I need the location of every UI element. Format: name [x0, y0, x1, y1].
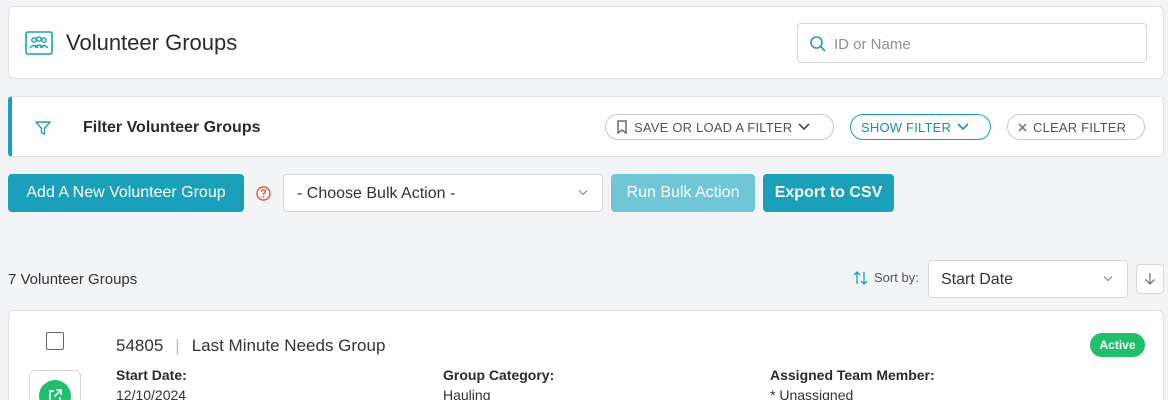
help-icon[interactable]	[256, 186, 271, 201]
close-icon	[1018, 123, 1027, 131]
start-date-field: Start Date: 12/10/2024	[116, 367, 187, 400]
search-box[interactable]	[797, 23, 1147, 63]
page-header: Volunteer Groups	[8, 6, 1164, 79]
page-title: Volunteer Groups	[66, 30, 238, 55]
clear-filter-button[interactable]: CLEAR FILTER	[1007, 114, 1145, 140]
sort-by-label-wrap: Sort by:	[853, 270, 919, 285]
sort-by-label: Sort by:	[874, 270, 919, 285]
sort-direction-button[interactable]	[1136, 264, 1164, 294]
search-input[interactable]	[834, 32, 1134, 56]
group-name[interactable]: Last Minute Needs Group	[192, 336, 386, 356]
arrow-down-icon	[1145, 273, 1155, 285]
assigned-team-member-field: Assigned Team Member: * Unassigned	[770, 367, 935, 400]
clear-filter-label: CLEAR FILTER	[1033, 119, 1127, 135]
field-label: Start Date:	[116, 367, 187, 383]
sort-selected: Start Date	[941, 271, 1014, 288]
volunteer-groups-icon	[25, 31, 53, 55]
field-label: Assigned Team Member:	[770, 367, 935, 383]
run-bulk-action-button[interactable]: Run Bulk Action	[611, 174, 755, 212]
open-group-button[interactable]	[29, 370, 81, 400]
status-badge: Active	[1090, 333, 1145, 357]
group-category-field: Group Category: Hauling	[443, 367, 554, 400]
external-link-icon	[49, 389, 62, 400]
chevron-down-icon	[1103, 276, 1113, 282]
chevron-down-icon	[957, 123, 969, 131]
bulk-action-select[interactable]: - Choose Bulk Action -	[283, 174, 603, 212]
volunteer-group-card: 54805 | Last Minute Needs Group Active S…	[8, 310, 1164, 400]
filter-icon[interactable]	[34, 119, 52, 137]
group-title-line: 54805 | Last Minute Needs Group	[116, 336, 385, 356]
open-circle	[39, 380, 71, 400]
field-label: Group Category:	[443, 367, 555, 383]
search-icon	[810, 36, 826, 52]
save-load-filter-button[interactable]: SAVE OR LOAD A FILTER	[605, 114, 834, 140]
group-id: 54805	[116, 336, 164, 355]
sort-by-select[interactable]: Start Date	[928, 260, 1128, 298]
export-csv-button[interactable]: Export to CSV	[763, 174, 894, 212]
field-value: * Unassigned	[770, 387, 854, 400]
results-count: 7 Volunteer Groups	[8, 271, 138, 288]
separator: |	[175, 336, 180, 355]
sort-icon	[853, 270, 868, 285]
field-value: Hauling	[443, 387, 491, 400]
select-checkbox[interactable]	[46, 332, 64, 350]
filter-bar: Filter Volunteer Groups SAVE OR LOAD A F…	[8, 96, 1164, 157]
field-value: 12/10/2024	[116, 387, 187, 400]
chevron-down-icon	[798, 123, 810, 131]
bulk-action-selected: - Choose Bulk Action -	[297, 185, 456, 202]
chevron-down-icon	[578, 190, 588, 196]
add-volunteer-group-button[interactable]: Add A New Volunteer Group	[8, 174, 244, 212]
show-filter-button[interactable]: SHOW FILTER	[850, 114, 991, 140]
save-load-filter-label: SAVE OR LOAD A FILTER	[634, 119, 793, 135]
filter-title: Filter Volunteer Groups	[83, 119, 261, 136]
show-filter-label: SHOW FILTER	[861, 119, 952, 135]
bookmark-icon	[617, 120, 627, 134]
